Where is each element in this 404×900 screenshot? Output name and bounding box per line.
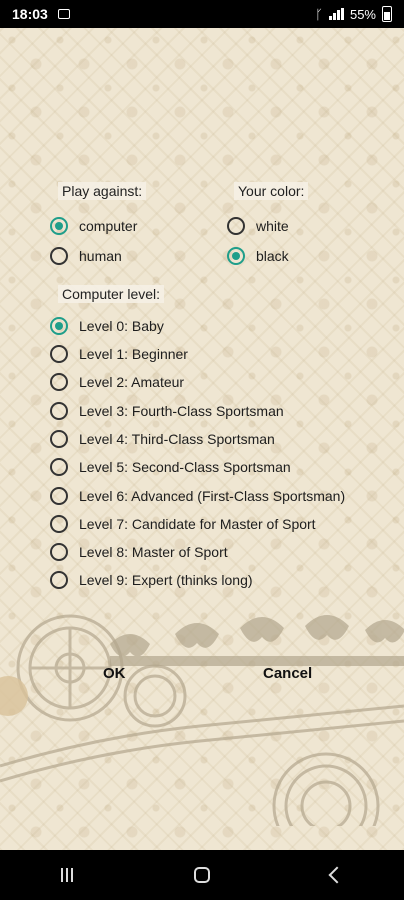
option-label: Level 0: Baby [79, 318, 164, 334]
level-3-option[interactable]: Level 3: Fourth-Class Sportsman [50, 402, 284, 420]
back-icon[interactable] [328, 866, 346, 884]
level-2-option[interactable]: Level 2: Amateur [50, 373, 184, 391]
option-label: Level 5: Second-Class Sportsman [79, 459, 291, 475]
mute-icon: ᚴ [315, 6, 323, 22]
radio-unchecked-icon[interactable] [50, 543, 68, 561]
play-against-human-option[interactable]: human [50, 247, 122, 265]
radio-checked-icon[interactable] [227, 247, 245, 265]
your-color-label: Your color: [234, 182, 309, 200]
level-6-option[interactable]: Level 6: Advanced (First-Class Sportsman… [50, 487, 345, 505]
color-black-option[interactable]: black [227, 247, 289, 265]
radio-unchecked-icon[interactable] [50, 247, 68, 265]
option-label: Level 8: Master of Sport [79, 544, 228, 560]
radio-unchecked-icon[interactable] [50, 571, 68, 589]
option-label: Level 1: Beginner [79, 346, 188, 362]
option-label: Level 7: Candidate for Master of Sport [79, 516, 316, 532]
radio-unchecked-icon[interactable] [50, 487, 68, 505]
level-4-option[interactable]: Level 4: Third-Class Sportsman [50, 430, 275, 448]
radio-unchecked-icon[interactable] [50, 402, 68, 420]
radio-unchecked-icon[interactable] [50, 373, 68, 391]
option-label: Level 6: Advanced (First-Class Sportsman… [79, 488, 346, 504]
status-indicators: ᚴ 55% [315, 6, 392, 22]
play-against-label: Play against: [58, 182, 147, 200]
battery-icon [382, 6, 392, 22]
radio-checked-icon[interactable] [50, 217, 68, 235]
system-nav-bar [0, 850, 404, 900]
radio-unchecked-icon[interactable] [50, 515, 68, 533]
option-label: human [79, 248, 122, 264]
level-1-option[interactable]: Level 1: Beginner [50, 345, 188, 363]
radio-unchecked-icon[interactable] [227, 217, 245, 235]
radio-unchecked-icon[interactable] [50, 345, 68, 363]
radio-unchecked-icon[interactable] [50, 458, 68, 476]
computer-level-label: Computer level: [58, 285, 165, 303]
level-9-option[interactable]: Level 9: Expert (thinks long) [50, 571, 253, 589]
status-time: 18:03 [12, 6, 48, 22]
status-bar: 18:03 ᚴ 55% [0, 0, 404, 28]
level-7-option[interactable]: Level 7: Candidate for Master of Sport [50, 515, 316, 533]
level-0-option[interactable]: Level 0: Baby [50, 317, 164, 335]
play-against-computer-option[interactable]: computer [50, 217, 137, 235]
game-settings-screen: Play against: Your color: computer human… [0, 28, 404, 850]
option-label: Level 4: Third-Class Sportsman [79, 431, 275, 447]
signal-icon [328, 8, 344, 20]
option-label: Level 2: Amateur [79, 374, 185, 390]
radio-checked-icon[interactable] [50, 317, 68, 335]
option-label: computer [79, 218, 138, 234]
radio-unchecked-icon[interactable] [50, 430, 68, 448]
option-label: black [256, 248, 289, 264]
option-label: Level 3: Fourth-Class Sportsman [79, 403, 284, 419]
cancel-button[interactable]: Cancel [263, 665, 312, 682]
home-icon[interactable] [193, 867, 210, 883]
level-5-option[interactable]: Level 5: Second-Class Sportsman [50, 458, 291, 476]
gallery-notification-icon [57, 9, 70, 19]
ok-button[interactable]: OK [103, 665, 126, 682]
recents-icon[interactable] [60, 868, 73, 882]
option-label: Level 9: Expert (thinks long) [79, 572, 253, 588]
level-8-option[interactable]: Level 8: Master of Sport [50, 543, 228, 561]
ornament-decoration [0, 614, 404, 826]
option-label: white [256, 218, 289, 234]
battery-percent: 55% [349, 6, 376, 22]
color-white-option[interactable]: white [227, 217, 289, 235]
